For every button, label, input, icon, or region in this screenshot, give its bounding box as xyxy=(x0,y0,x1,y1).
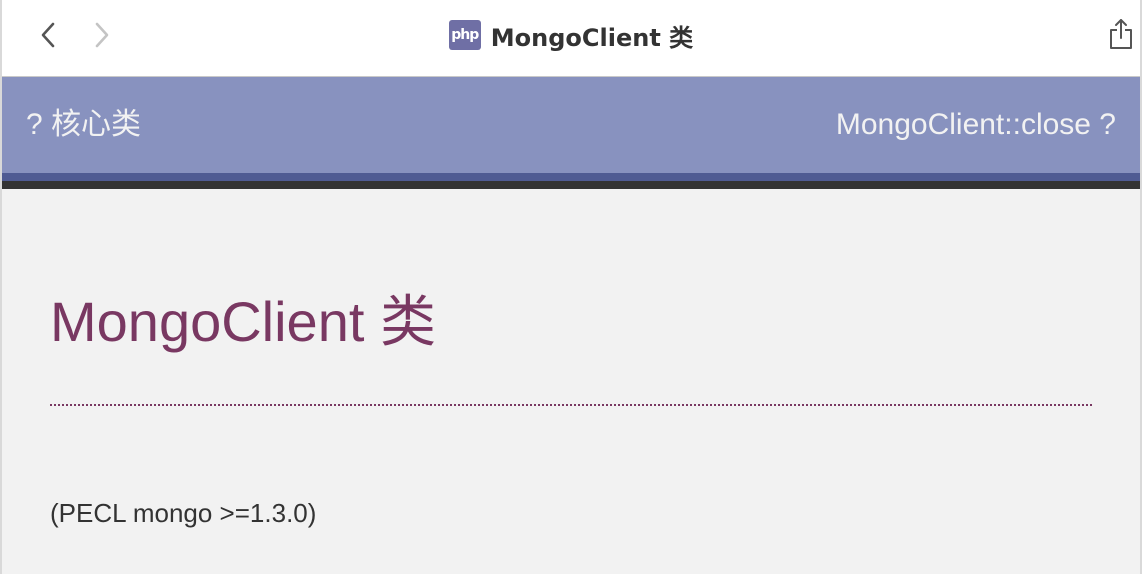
header-stripe-dark xyxy=(2,181,1140,189)
back-button[interactable] xyxy=(32,18,66,52)
php-logo: php xyxy=(448,20,481,50)
browser-window: php MongoClient 类 ? 核心类 MongoClient::clo… xyxy=(0,0,1142,574)
page-content: MongoClient 类 (PECL mongo >=1.3.0) xyxy=(50,189,1092,529)
page-title: MongoClient 类 xyxy=(50,290,436,353)
chevron-right-icon xyxy=(95,22,109,48)
title-divider xyxy=(50,404,1092,406)
share-button[interactable] xyxy=(1106,16,1136,52)
header-stripe-blue xyxy=(2,173,1140,181)
manual-navigation-bar: ? 核心类 MongoClient::close ? xyxy=(2,77,1140,173)
chevron-left-icon xyxy=(41,22,55,48)
forward-button[interactable] xyxy=(84,18,118,52)
title-bar: php MongoClient 类 xyxy=(2,0,1140,77)
next-page-link[interactable]: MongoClient::close ? xyxy=(836,77,1116,173)
window-title: MongoClient 类 xyxy=(490,23,694,52)
share-icon xyxy=(1110,19,1132,49)
window-title-group: php MongoClient 类 xyxy=(2,0,1140,70)
version-info: (PECL mongo >=1.3.0) xyxy=(50,498,317,528)
prev-page-link[interactable]: ? 核心类 xyxy=(26,77,141,173)
